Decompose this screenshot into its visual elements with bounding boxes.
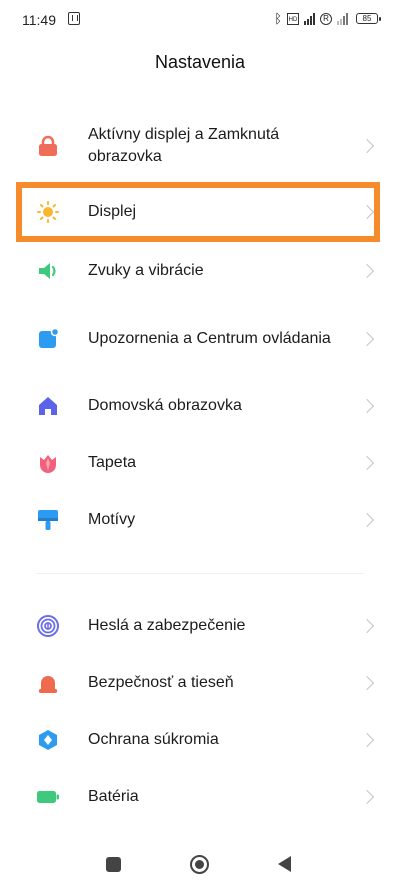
settings-item-passwords-security[interactable]: Heslá a zabezpečenie — [0, 598, 400, 654]
speaker-icon — [39, 263, 56, 279]
notification-icon — [39, 328, 59, 348]
chevron-right-icon — [359, 398, 375, 414]
battery-icon — [37, 791, 59, 803]
settings-item-privacy[interactable]: Ochrana súkromia — [0, 712, 400, 768]
settings-item-label: Domovská obrazovka — [88, 397, 242, 414]
settings-item-safety-emergency[interactable]: Bezpečnosť a tieseň — [0, 655, 400, 711]
status-time: 11:49 — [22, 12, 56, 28]
roaming-icon: R — [320, 12, 332, 25]
chevron-right-icon — [359, 732, 375, 748]
signal-icon — [304, 12, 315, 25]
settings-item-home-screen[interactable]: Domovská obrazovka — [0, 378, 400, 434]
settings-item-label: Motívy — [88, 511, 136, 528]
settings-item-wallpaper[interactable]: Tapeta — [0, 435, 400, 491]
volte-icon: HD — [287, 12, 299, 25]
chevron-right-icon — [359, 512, 375, 528]
home-icon — [39, 397, 57, 415]
system-nav-bar — [0, 846, 400, 886]
lock-icon — [39, 135, 57, 156]
settings-item-label: Batéria — [88, 788, 139, 805]
settings-item-sound[interactable]: Zvuky a vibrácie — [0, 243, 400, 299]
settings-item-label: Tapeta — [88, 454, 137, 471]
settings-item-label: Bezpečnosť a tieseň — [88, 674, 234, 691]
settings-item-label: Ochrana súkromia — [88, 731, 219, 748]
bluetooth-icon: ᛒ — [274, 11, 282, 26]
highlight-frame — [16, 182, 380, 242]
status-bar: 11:49 ᛒ HD R 85 — [0, 0, 400, 40]
chevron-right-icon — [359, 675, 375, 691]
signal-2-icon — [337, 12, 348, 25]
settings-item-label: Heslá a zabezpečenie — [88, 617, 246, 634]
fingerprint-icon — [37, 615, 59, 637]
chevron-right-icon — [359, 138, 375, 154]
settings-item-label: Zvuky a vibrácie — [88, 262, 204, 279]
chevron-right-icon — [359, 789, 375, 805]
back-button[interactable] — [278, 856, 291, 872]
nfc-icon — [68, 12, 80, 25]
alarm-icon — [39, 676, 57, 693]
settings-item-label: Aktívny displej a Zamknutá obrazovka — [88, 126, 280, 165]
section-divider — [36, 573, 364, 574]
recents-button[interactable] — [106, 857, 121, 872]
settings-item-active-display[interactable]: Aktívny displej a Zamknutá obrazovka — [0, 118, 400, 174]
page-title: Nastavenia — [154, 52, 246, 72]
home-button[interactable] — [190, 855, 209, 874]
settings-item-notifications[interactable]: Upozornenia a Centrum ovládania — [0, 311, 400, 367]
settings-item-label: Upozornenia a Centrum ovládania — [88, 330, 331, 347]
status-icons: ᛒ HD R 85 — [274, 11, 381, 26]
chevron-right-icon — [359, 331, 375, 347]
settings-item-battery[interactable]: Batéria — [0, 769, 400, 825]
chevron-right-icon — [359, 455, 375, 471]
shield-icon — [39, 730, 57, 750]
settings-item-themes[interactable]: Motívy — [0, 492, 400, 548]
chevron-right-icon — [359, 618, 375, 634]
brush-icon — [38, 510, 58, 530]
chevron-right-icon — [359, 263, 375, 279]
tulip-icon — [40, 455, 56, 473]
battery-icon: 85 — [356, 13, 381, 24]
